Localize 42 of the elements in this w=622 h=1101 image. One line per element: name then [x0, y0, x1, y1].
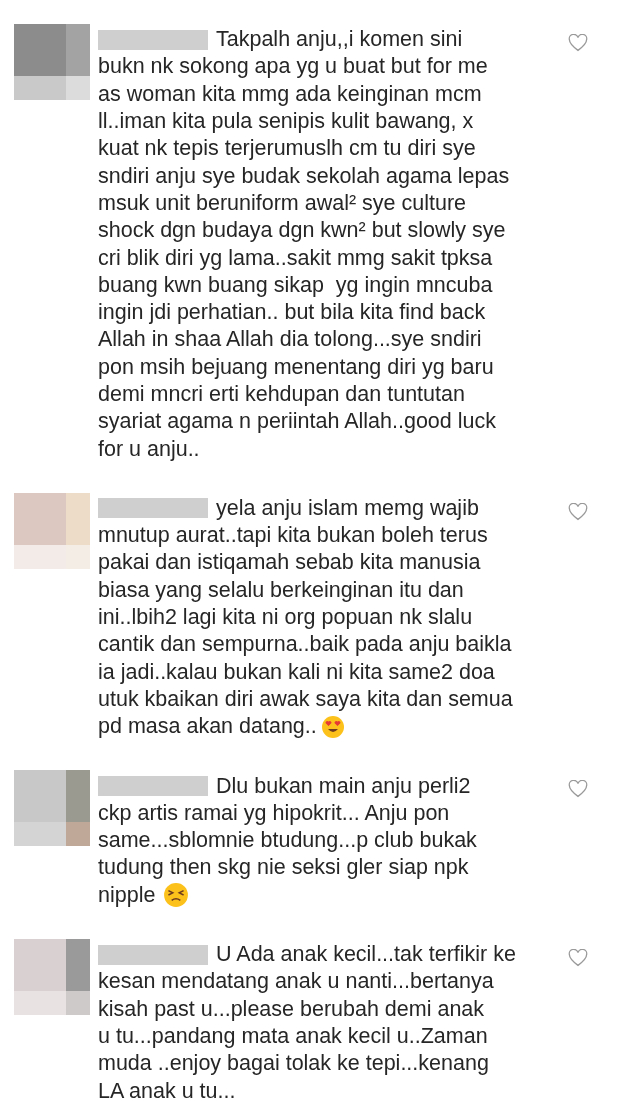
- comment-text-line: u tu...pandang mata anak kecil u..Zaman: [98, 1022, 488, 1050]
- comment-text-line: mnutup aurat..tapi kita bukan boleh terus: [98, 522, 488, 550]
- comment-text-line: shock dgn budaya dgn kwn² but slowly sye: [98, 217, 506, 245]
- comment-text-line: pd masa akan datang..: [98, 713, 317, 741]
- comment-text-line: as woman kita mmg ada keinginan mcm: [98, 80, 482, 108]
- comment-text-line: yela anju islam memg wajib: [216, 494, 479, 522]
- like-heart-icon[interactable]: [568, 948, 588, 967]
- like-heart-icon[interactable]: [568, 780, 588, 799]
- comment-text-line: sndiri anju sye budak sekolah agama lepas: [98, 162, 510, 190]
- comment-text-line: demi mncri erti kehdupan dan tuntutan: [98, 381, 465, 408]
- persevering-face-emoji-icon: [163, 882, 190, 909]
- like-heart-icon[interactable]: [568, 502, 588, 521]
- comment-text-line: U Ada anak kecil...tak terfikir ke: [216, 941, 516, 969]
- comment-text-line: ll..iman kita pula senipis kulit bawang, x: [98, 108, 474, 136]
- comment-text-line: nipple: [98, 881, 156, 909]
- comment-text-line: bukn nk sokong apa yg u buat but for me: [98, 53, 488, 81]
- comment-text-line: for u anju..: [98, 435, 200, 463]
- comment-text-line: kuat nk tepis terjerumuslh cm tu diri sye: [98, 135, 476, 163]
- comment-text-line: cantik dan sempurna..baik pada anju baikla: [98, 631, 512, 659]
- comment-text-line: Dlu bukan main anju perli2: [216, 772, 471, 800]
- comment-text-line: ini..lbih2 lagi kita ni org popuan nk slalu: [98, 604, 473, 632]
- comment-text-line: pon msih bejuang menentang diri yg baru: [98, 353, 494, 381]
- comment-text-line: kisah past u...please berubah demi anak: [98, 995, 485, 1023]
- heart-eyes-emoji-icon: [320, 714, 345, 739]
- comment-text-line: ia jadi..kalau bukan kali ni kita same2 doa: [98, 658, 495, 686]
- comment-text-line: utuk kbaikan diri awak saya kita dan semua: [98, 685, 513, 713]
- comment-text-line: LA anak u tu...: [98, 1077, 236, 1101]
- comment-text-line: muda ..enjoy bagai tolak ke tepi...kenang: [98, 1050, 489, 1078]
- comment-text-line: kesan mendatang anak u nanti...bertanya: [98, 968, 494, 996]
- comment-text-line: ingin jdi perhatian.. but bila kita find back: [98, 299, 486, 327]
- comment-text-line: tudung then skg nie seksi gler siap npk: [98, 854, 469, 882]
- comment-text-line: syariat agama n periintah Allah..good luck: [98, 408, 496, 436]
- comment-text-line: biasa yang selalu berkeinginan itu dan: [98, 576, 464, 604]
- like-heart-icon[interactable]: [568, 34, 588, 52]
- comment-text-line: pakai dan istiqamah sebab kita manusia: [98, 549, 481, 577]
- comment-text-line: buang kwn buang sikap yg ingin mncuba: [98, 271, 493, 299]
- comment-text-line: Allah in shaa Allah dia tolong...sye sndiri: [98, 326, 482, 354]
- comment-text-line: msuk unit beruniform awal² sye culture: [98, 189, 467, 217]
- comment-text-line: Takpalh anju,,i komen sini: [216, 26, 463, 54]
- comment-text-line: ckp artis ramai yg hipokrit... Anju pon: [98, 799, 450, 827]
- comment-text-line: cri blik diri yg lama..sakit mmg sakit tpksa: [98, 244, 493, 272]
- comment-text-line: same...sblomnie btudung...p club bukak: [98, 827, 477, 855]
